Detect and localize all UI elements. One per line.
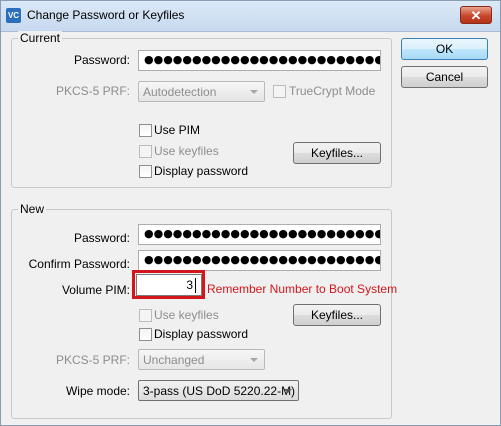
pim-highlight-box — [132, 270, 205, 299]
new-display-password-label: Display password — [154, 327, 249, 341]
confirm-password-label: Confirm Password: — [28, 257, 130, 271]
current-use-keyfiles-checkbox[interactable] — [139, 145, 152, 158]
close-button[interactable]: ✕ — [460, 6, 492, 24]
app-icon: VC — [6, 8, 21, 23]
current-display-password-label: Display password — [154, 164, 249, 178]
new-use-keyfiles-label: Use keyfiles — [154, 308, 219, 322]
use-pim-label: Use PIM — [154, 123, 201, 137]
new-password-field[interactable]: ●●●●●●●●●●●●●●●●●●●●●●●●●●●●● — [138, 224, 381, 245]
wipe-mode-select[interactable]: 3-pass (US DoD 5220.22-M) — [138, 380, 299, 401]
new-group-title: New — [18, 202, 47, 216]
current-group-title: Current — [18, 31, 63, 45]
window-title: Change Password or Keyfiles — [27, 8, 185, 22]
wipe-mode-value: 3-pass (US DoD 5220.22-M) — [143, 384, 296, 398]
new-prf-select[interactable]: Unchanged — [138, 349, 265, 370]
new-password-label: Password: — [73, 231, 130, 245]
confirm-password-field[interactable]: ●●●●●●●●●●●●●●●●●●●●●●●●●●●●● — [138, 250, 381, 271]
volume-pim-label: Volume PIM: — [61, 283, 130, 297]
truecrypt-mode-label: TrueCrypt Mode — [289, 84, 376, 98]
title-bar[interactable]: VC Change Password or Keyfiles ✕ — [1, 1, 500, 32]
use-pim-checkbox[interactable] — [139, 124, 152, 137]
dialog-window: VC Change Password or Keyfiles ✕ Current… — [0, 0, 501, 426]
chevron-down-icon — [284, 389, 292, 393]
current-prf-select[interactable]: Autodetection — [138, 81, 265, 102]
new-prf-label: PKCS-5 PRF: — [55, 353, 130, 367]
truecrypt-mode-checkbox[interactable] — [273, 85, 286, 98]
current-password-field[interactable]: ●●●●●●●●●●●●●●●●●●●●●●●●●●●●● — [138, 50, 381, 71]
confirm-password-mask: ●●●●●●●●●●●●●●●●●●●●●●●●●●●●● — [144, 253, 381, 266]
chevron-down-icon — [250, 358, 258, 362]
close-icon: ✕ — [470, 8, 482, 23]
new-password-mask: ●●●●●●●●●●●●●●●●●●●●●●●●●●●●● — [144, 227, 381, 240]
new-use-keyfiles-checkbox[interactable] — [139, 309, 152, 322]
current-password-mask: ●●●●●●●●●●●●●●●●●●●●●●●●●●●●● — [144, 53, 381, 66]
wipe-mode-label: Wipe mode: — [65, 384, 130, 398]
new-keyfiles-button[interactable]: Keyfiles... — [293, 304, 381, 326]
current-use-keyfiles-label: Use keyfiles — [154, 144, 219, 158]
new-display-password-checkbox[interactable] — [139, 328, 152, 341]
current-keyfiles-button[interactable]: Keyfiles... — [293, 142, 381, 164]
new-prf-value: Unchanged — [143, 353, 205, 367]
current-prf-value: Autodetection — [143, 85, 217, 99]
current-display-password-checkbox[interactable] — [139, 165, 152, 178]
pim-hint: Remember Number to Boot System — [207, 282, 398, 296]
current-prf-label: PKCS-5 PRF: — [55, 84, 130, 98]
chevron-down-icon — [250, 90, 258, 94]
current-password-label: Password: — [73, 53, 130, 67]
ok-button[interactable]: OK — [401, 38, 488, 60]
cancel-button[interactable]: Cancel — [401, 66, 488, 88]
